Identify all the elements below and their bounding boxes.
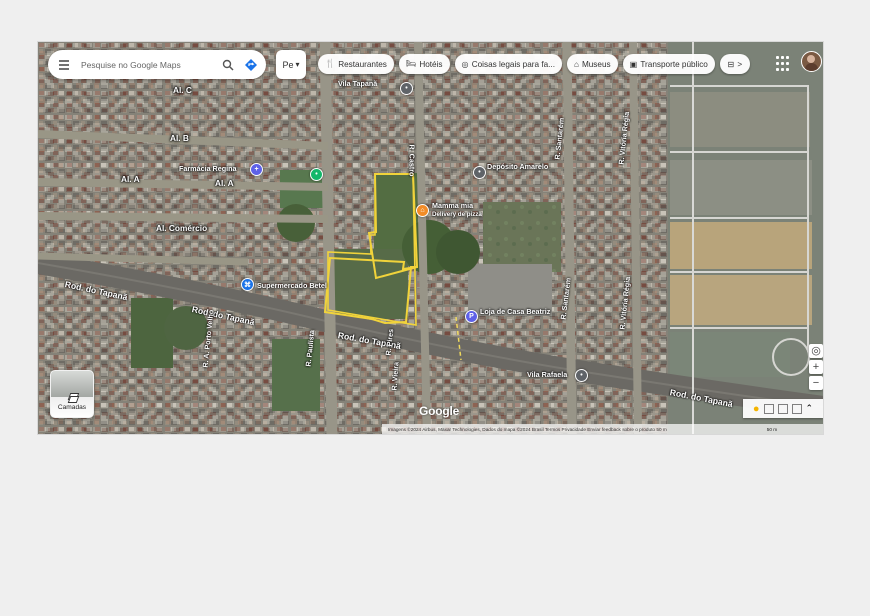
top-poi-label: Vila Tapanã [338,79,378,88]
vila-label: Vila Rafaela [527,370,568,379]
parking-pin[interactable]: P [465,310,478,323]
satellite-map[interactable] [38,42,823,434]
mamma-mia-subtitle: Delivery de pizza [432,211,482,218]
map-thumbnail-icon [763,403,774,414]
restaurants-chip-label: Restaurantes [338,59,387,69]
zoom-out-button[interactable]: − [809,376,823,390]
hotels-chip-label: Hotéis [419,59,443,69]
expand-icon: ⌃ [805,403,814,413]
depot-pin[interactable]: • [473,166,486,179]
attribution-bar: Imagens ©2024 Airbus, Maxar Technologies… [382,424,823,434]
zoom-controls: ◎ + − [809,344,823,399]
my-location-button[interactable]: ◎ [809,344,823,358]
museums-chip-label: Museus [581,59,611,69]
pizza-pin[interactable]: ⌂ [416,204,429,217]
zoom-in-label: + [812,360,820,373]
supermarket-label: Supermercado Betel [257,281,327,290]
menu-icon[interactable] [56,57,71,72]
streetview-and-layers-panel[interactable]: ● ⌃ [743,399,823,418]
scale-label: 50 m [766,426,778,432]
things-to-do-chip-label: Coisas legais para fa... [471,59,555,69]
camera-icon: ◎ [461,60,469,69]
mode-selector-label: Pe [282,59,294,70]
pegman-icon: ● [752,402,760,415]
vila-pin[interactable]: • [575,369,588,382]
profile-avatar[interactable] [801,51,822,72]
zoom-out-label: − [812,376,820,389]
terrain-thumbnail-icon [777,403,788,414]
search-icon[interactable] [220,57,235,72]
chevron-down-icon: ▾ [295,60,300,69]
pharmacy-label: Farmácia Regina [179,164,237,173]
museums-chip[interactable]: ⌂ Museus [566,54,618,74]
shop-left-label: Loja de Casa Beatriz [480,307,551,316]
public-transport-chip-label: Transporte público [640,59,708,69]
hotels-chip[interactable]: 🛏 Hotéis [398,54,450,74]
page: Pe ▾ 🍴 Restaurantes 🛏 Hotéis ◎ Coisas le… [0,0,870,616]
search-input[interactable] [79,58,212,71]
more-chip[interactable]: ⊟ > [719,54,750,74]
google-logo: Google [419,404,460,418]
search-box[interactable] [48,50,266,79]
top-poi-pin[interactable]: • [400,82,413,95]
green-poi-pin[interactable]: • [310,168,323,181]
things-to-do-chip[interactable]: ◎ Coisas legais para fa... [454,54,562,74]
directions-icon[interactable] [243,57,258,72]
restaurant-icon: 🍴 [325,59,336,68]
restaurants-chip[interactable]: 🍴 Restaurantes [318,54,394,74]
depot-label: Depósito Amarelo [487,162,549,171]
museum-icon: ⌂ [573,59,579,69]
more-chip-label: > [737,59,743,69]
layers-icon [68,393,77,402]
mode-selector[interactable]: Pe ▾ [276,50,306,79]
mamma-mia-label: Mamma mia [432,201,474,210]
satellite-thumbnail-icon [791,403,802,414]
rua-castro-label: R. Castro [407,144,417,177]
more-icon: ⊟ [727,60,735,69]
zoom-in-button[interactable]: + [809,360,823,374]
layers-button[interactable]: Camadas [50,370,94,418]
scale-bar: 50 m [761,424,783,434]
attribution-text: Imagens ©2024 Airbus, Maxar Technologies… [388,426,667,432]
pharmacy-pin[interactable]: + [250,163,263,176]
my-location-icon: ◎ [811,344,821,357]
transit-icon: ▣ [629,60,638,69]
map-view[interactable]: Pe ▾ 🍴 Restaurantes 🛏 Hotéis ◎ Coisas le… [38,42,823,434]
hotel-icon: 🛏 [405,59,417,68]
public-transport-chip[interactable]: ▣ Transporte público [622,54,715,74]
category-chip-row: 🍴 Restaurantes 🛏 Hotéis ◎ Coisas legais … [318,54,750,74]
supermarket-pin[interactable]: ⌘ [241,278,254,291]
apps-grid-icon[interactable] [776,56,792,72]
layers-label: Camadas [57,404,87,411]
